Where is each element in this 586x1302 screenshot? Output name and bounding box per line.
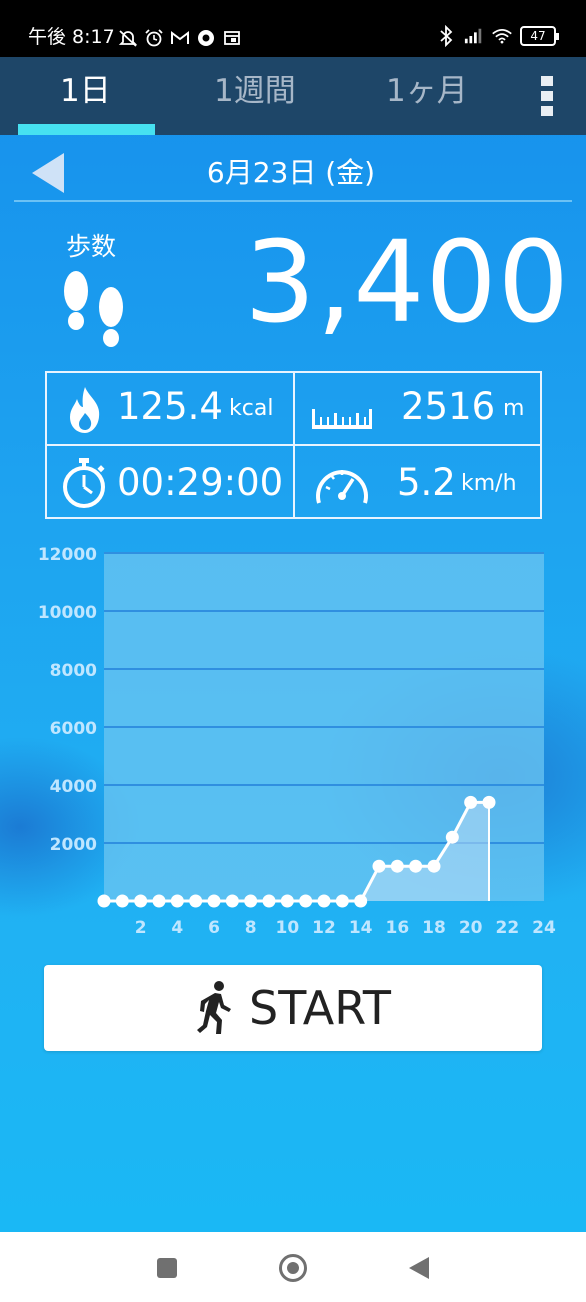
calories-unit: kcal — [229, 396, 274, 421]
steps-chart: 200040006000800010000120002 4 6 8 10 12 14 16 18… — [38, 545, 556, 938]
battery-icon: 47 — [520, 26, 559, 46]
data-point — [372, 859, 386, 873]
data-point — [244, 894, 258, 908]
data-point — [170, 894, 184, 908]
mute-icon — [118, 28, 138, 48]
y-tick-label: 6000 — [50, 719, 97, 739]
data-point — [280, 894, 294, 908]
speedometer-icon — [316, 470, 368, 504]
system-icons: 47 — [436, 25, 559, 47]
ruler-icon — [312, 409, 372, 429]
data-point — [427, 859, 441, 873]
calendar-icon — [222, 28, 242, 48]
data-point — [207, 894, 221, 908]
tab-week[interactable]: 1週間 — [214, 71, 296, 111]
data-point — [225, 894, 239, 908]
data-point — [97, 894, 111, 908]
x-tick-label: 2 — [135, 918, 147, 938]
x-tick-label: 22 — [495, 918, 519, 938]
data-point — [299, 894, 313, 908]
signal-icon — [464, 26, 484, 46]
steps-count: 3,400 — [244, 218, 570, 348]
elapsed-time-value: 00:29:00 — [117, 461, 284, 504]
speed-value: 5.2 — [397, 461, 456, 504]
recents-button[interactable] — [157, 1258, 177, 1278]
data-point — [152, 894, 166, 908]
distance-value: 2516 — [401, 385, 496, 428]
data-point — [354, 894, 368, 908]
footprints-icon — [64, 271, 123, 347]
current-date: 6月23日 (金) — [206, 156, 376, 189]
start-button[interactable]: START — [44, 965, 542, 1051]
data-point — [134, 894, 148, 908]
data-point — [335, 894, 349, 908]
x-tick-label: 14 — [349, 918, 373, 938]
tab-day[interactable]: 1日 — [60, 71, 111, 111]
x-tick-label: 18 — [422, 918, 446, 938]
x-tick-label: 24 — [532, 918, 556, 938]
gmail-icon — [170, 28, 190, 48]
wifi-icon — [492, 26, 512, 46]
x-tick-label: 10 — [275, 918, 299, 938]
x-tick-label: 8 — [245, 918, 257, 938]
y-tick-label: 10000 — [38, 603, 97, 623]
data-point — [317, 894, 331, 908]
x-tick-label: 16 — [385, 918, 409, 938]
speed-unit: km/h — [461, 471, 517, 496]
date-navigator: 6月23日 (金) — [0, 145, 586, 201]
walking-icon — [197, 981, 232, 1034]
fire-icon — [70, 387, 100, 433]
period-tabbar: 1日 1週間 1ヶ月 — [0, 57, 586, 135]
bluetooth-icon — [436, 25, 456, 47]
chrome-icon — [196, 28, 216, 48]
data-point — [482, 795, 496, 809]
data-point — [409, 859, 423, 873]
alarm-icon — [144, 28, 164, 48]
x-tick-label: 4 — [171, 918, 183, 938]
data-point — [115, 894, 129, 908]
divider — [14, 200, 572, 202]
pedometer-app: 1日 1週間 1ヶ月 6月23日 (金) 歩数 3,400 125.4 kcal — [0, 57, 586, 1232]
x-tick-label: 20 — [459, 918, 483, 938]
start-button-label: START — [249, 981, 391, 1035]
steps-label: 歩数 — [66, 232, 117, 261]
x-tick-label: 6 — [208, 918, 220, 938]
active-tab-indicator — [18, 124, 155, 135]
notification-icons — [118, 28, 242, 48]
data-point — [262, 894, 276, 908]
x-tick-label: 12 — [312, 918, 336, 938]
distance-unit: m — [503, 396, 525, 421]
data-point — [189, 894, 203, 908]
status-time: 午後 8:17 — [28, 26, 115, 48]
data-point — [390, 859, 404, 873]
data-point — [445, 830, 459, 844]
system-navbar — [0, 1232, 586, 1302]
data-point — [464, 795, 478, 809]
overflow-menu-icon[interactable] — [541, 76, 557, 120]
back-button[interactable] — [409, 1257, 429, 1279]
y-tick-label: 4000 — [50, 777, 97, 797]
status-bar: 午後 8:17 47 — [0, 0, 586, 57]
calories-value: 125.4 — [117, 385, 223, 428]
stopwatch-icon — [63, 458, 105, 508]
y-tick-label: 2000 — [50, 835, 97, 855]
y-tick-label: 12000 — [38, 545, 97, 565]
stats-grid: 125.4 kcal 2516 m 00:29:00 5.2 km/h — [45, 371, 542, 519]
y-tick-label: 8000 — [50, 661, 97, 681]
tab-month[interactable]: 1ヶ月 — [386, 71, 468, 111]
home-button[interactable] — [279, 1254, 307, 1282]
